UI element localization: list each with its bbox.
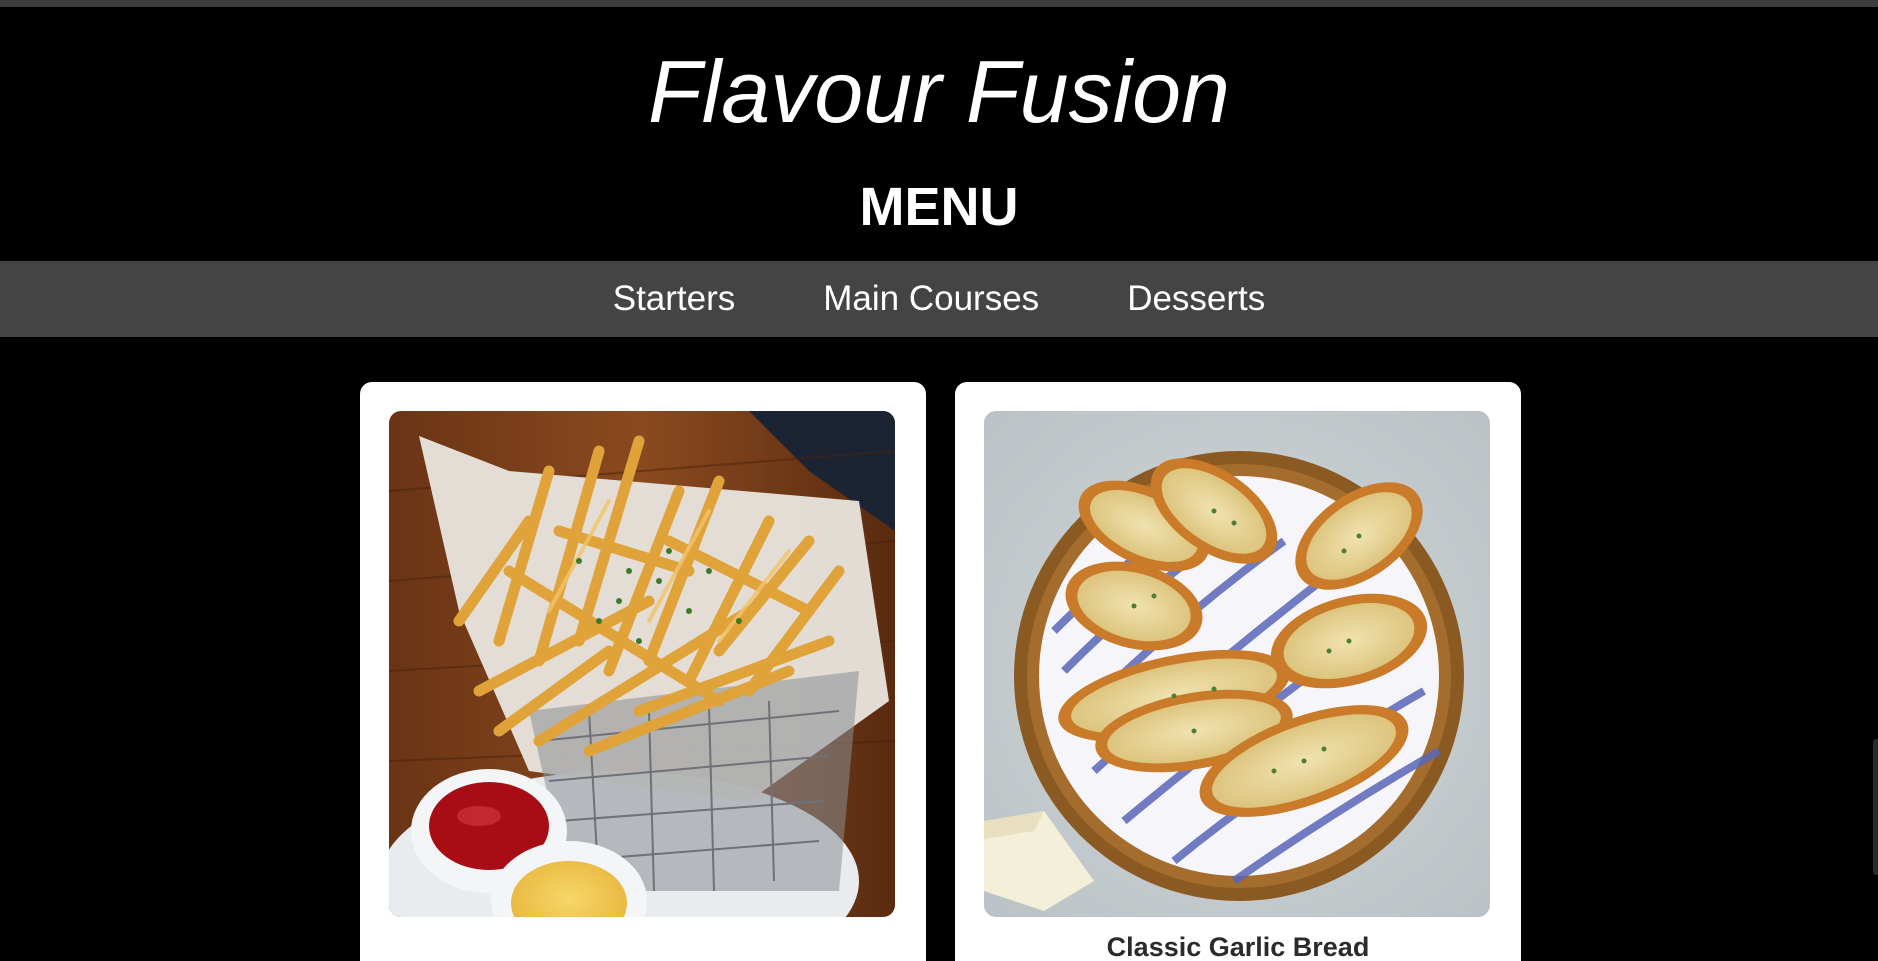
card-title: Classic Garlic Bread [1106,932,1370,961]
nav-link-desserts[interactable]: Desserts [1127,279,1265,319]
menu-card-fries[interactable] [360,382,926,961]
fries-image [389,411,895,917]
scrollbar[interactable] [1873,739,1878,875]
garlic-bread-image [984,411,1490,917]
menu-card-garlic-bread[interactable]: Classic Garlic Bread [955,382,1521,961]
nav-link-starters[interactable]: Starters [613,279,736,319]
site-title: Flavour Fusion [647,42,1230,141]
menu-content: Classic Garlic Bread [0,337,1878,961]
top-strip [0,0,1878,7]
fries-photo [389,411,895,917]
garlic-bread-photo [984,411,1490,917]
site-header: Flavour Fusion MENU [0,7,1878,261]
category-nav: Starters Main Courses Desserts [0,261,1878,337]
menu-heading: MENU [859,177,1019,237]
nav-link-main-courses[interactable]: Main Courses [823,279,1039,319]
